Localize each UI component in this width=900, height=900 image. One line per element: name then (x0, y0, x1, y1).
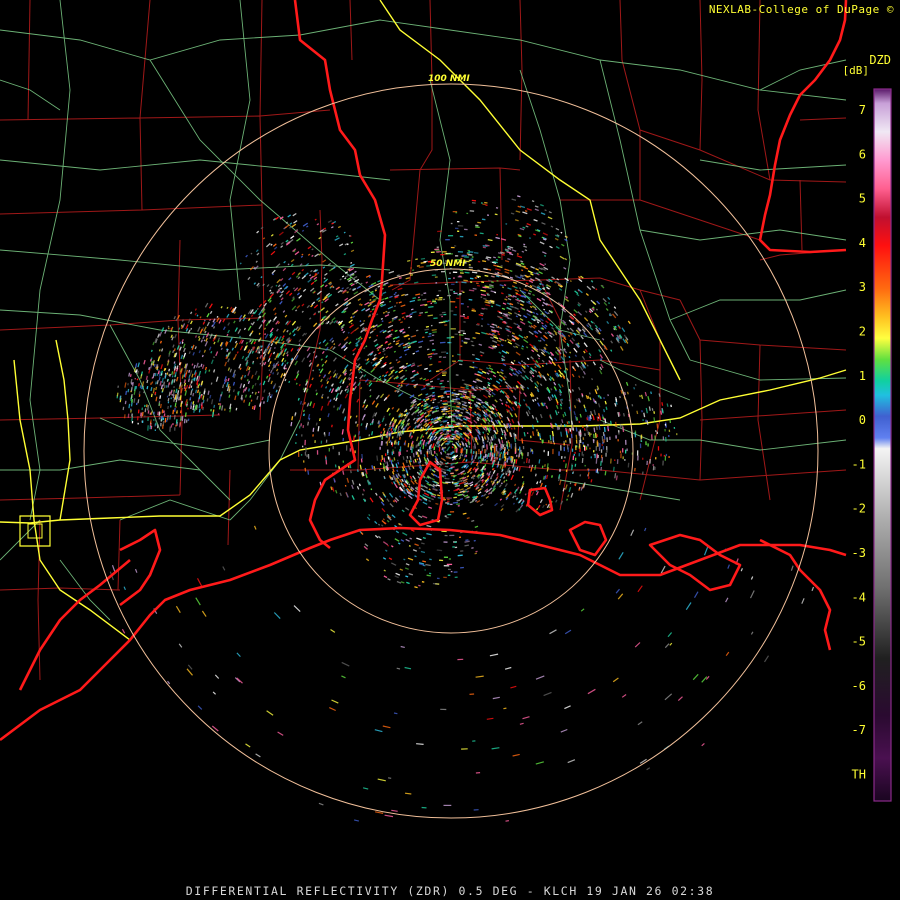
legend-tick-label: 7 (859, 103, 866, 117)
legend-tick-label: 5 (859, 192, 866, 206)
range-rings (83, 83, 819, 819)
range-ring-100nmi (83, 83, 819, 819)
legend-tick-label: -3 (852, 546, 866, 560)
legend-tick-label: 3 (859, 280, 866, 294)
county-boundaries (0, 0, 847, 681)
highway-lines (0, 0, 847, 621)
legend-tick-label: -5 (852, 635, 866, 649)
legend-tick-label: -7 (852, 723, 866, 737)
credit-label: NEXLAB-College of DuPage © (708, 3, 894, 16)
legend-tick-label: -6 (852, 679, 866, 693)
legend-unit-label: [dB] (842, 64, 870, 77)
legend-tick-label: -4 (852, 590, 866, 604)
legend-tick-labels: 7 6 5 4 3 2 1 0 -1 -2 -3 -4 -5 -6 -7 TH (852, 103, 866, 782)
product-title: DIFFERENTIAL REFLECTIVITY (ZDR) 0.5 DEG … (185, 884, 715, 898)
legend-tick-label: -2 (852, 502, 866, 516)
radar-map (0, 0, 848, 822)
legend-tick-label: TH (852, 768, 866, 782)
legend-tick-label: 1 (859, 369, 866, 383)
radar-echoes (109, 195, 815, 822)
legend-tick-label: 0 (859, 413, 866, 427)
radar-display: 100 NMI 50 NMI NEXLAB-College of DuPage … (0, 0, 900, 900)
product-code-label: DZD (869, 53, 891, 67)
color-scale-legend: 7 6 5 4 3 2 1 0 -1 -2 -3 -4 -5 -6 -7 TH (852, 88, 892, 802)
legend-tick-label: 2 (859, 325, 866, 339)
range-ring-label: 100 NMI (428, 74, 470, 84)
range-ring-label: 50 NMI (430, 259, 466, 269)
legend-tick-label: 6 (859, 147, 866, 161)
coastline-and-state-borders (0, 0, 848, 742)
legend-tick-label: -1 (852, 457, 866, 471)
legend-tick-label: 4 (859, 236, 866, 250)
color-bar (873, 88, 892, 802)
